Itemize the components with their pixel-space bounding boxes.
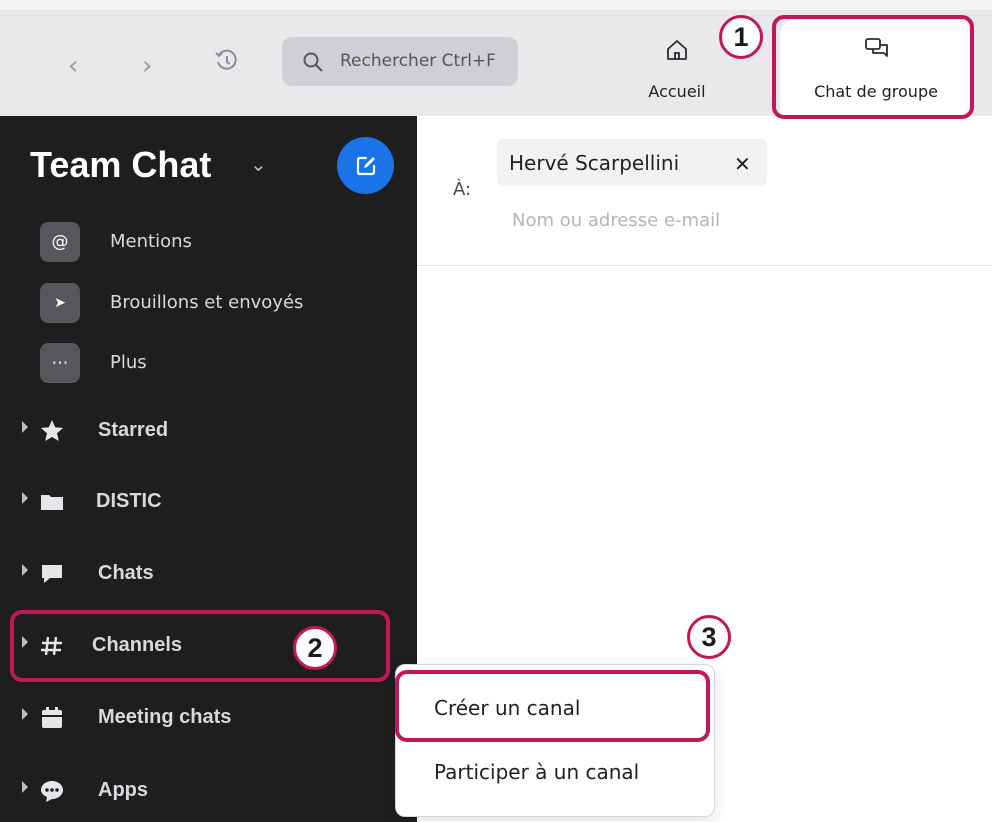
send-icon: ➤ [40, 283, 80, 323]
highlight-tab-chat [772, 15, 974, 119]
team-chat-title[interactable]: Team Chat [30, 144, 211, 186]
calendar-icon [42, 707, 62, 728]
caret-right-icon [22, 564, 28, 576]
step-badge-2: 2 [293, 626, 337, 670]
section-label: DISTIC [96, 490, 162, 512]
forward-button[interactable]: › [142, 53, 152, 79]
recipient-input[interactable] [512, 203, 982, 237]
at-icon: @ [40, 222, 80, 262]
chevron-down-icon[interactable]: ⌄ [250, 152, 267, 176]
sidebar-section-distic[interactable]: DISTIC [0, 482, 417, 522]
sidebar-section-meeting-chats[interactable]: Meeting chats [0, 698, 417, 738]
caret-right-icon [22, 708, 28, 720]
section-label: Meeting chats [98, 706, 232, 728]
apps-icon [41, 781, 63, 802]
folder-icon [41, 495, 63, 510]
home-icon [667, 40, 687, 60]
section-label: Apps [98, 779, 148, 801]
section-label: Starred [98, 419, 169, 441]
menu-item-participer-canal[interactable]: Participer à un canal [396, 747, 714, 797]
recipient-name: Hervé Scarpellini [509, 151, 680, 175]
search-icon [303, 52, 323, 72]
compose-icon [356, 156, 376, 176]
tab-accueil[interactable]: Accueil [628, 30, 726, 110]
sidebar-section-starred[interactable]: Starred [0, 411, 417, 451]
step-badge-1: 1 [719, 15, 763, 59]
star-icon [41, 420, 63, 441]
caret-right-icon [22, 492, 28, 504]
menu-item-label: Participer à un canal [434, 760, 640, 784]
caret-right-icon [22, 421, 28, 433]
back-button[interactable]: ‹ [68, 53, 78, 79]
app-window: ‹ › Rechercher Ctrl+F Accueil Chat de gr… [0, 0, 992, 822]
step-badge-3: 3 [687, 615, 731, 659]
close-icon[interactable]: ✕ [734, 152, 751, 176]
to-label: À: [453, 179, 472, 200]
sidebar-item-label: Mentions [110, 231, 192, 252]
recipient-chip: Hervé Scarpellini ✕ [497, 139, 767, 186]
caret-right-icon [22, 781, 28, 793]
section-label: Chats [98, 562, 154, 584]
header-divider [417, 265, 992, 266]
sidebar-item-label: Brouillons et envoyés [110, 292, 304, 313]
tab-accueil-label: Accueil [648, 82, 706, 101]
chat-icon [42, 565, 62, 583]
sidebar-item-label: Plus [110, 352, 147, 373]
new-chat-button[interactable] [337, 137, 394, 194]
search-placeholder: Rechercher Ctrl+F [340, 51, 496, 71]
highlight-creer-canal [395, 670, 710, 742]
more-icon: ⋯ [40, 343, 80, 383]
sidebar-section-apps[interactable]: Apps [0, 771, 417, 811]
history-icon[interactable] [214, 48, 240, 74]
sidebar-section-chats[interactable]: Chats [0, 554, 417, 594]
search-box[interactable]: Rechercher Ctrl+F [282, 37, 518, 86]
